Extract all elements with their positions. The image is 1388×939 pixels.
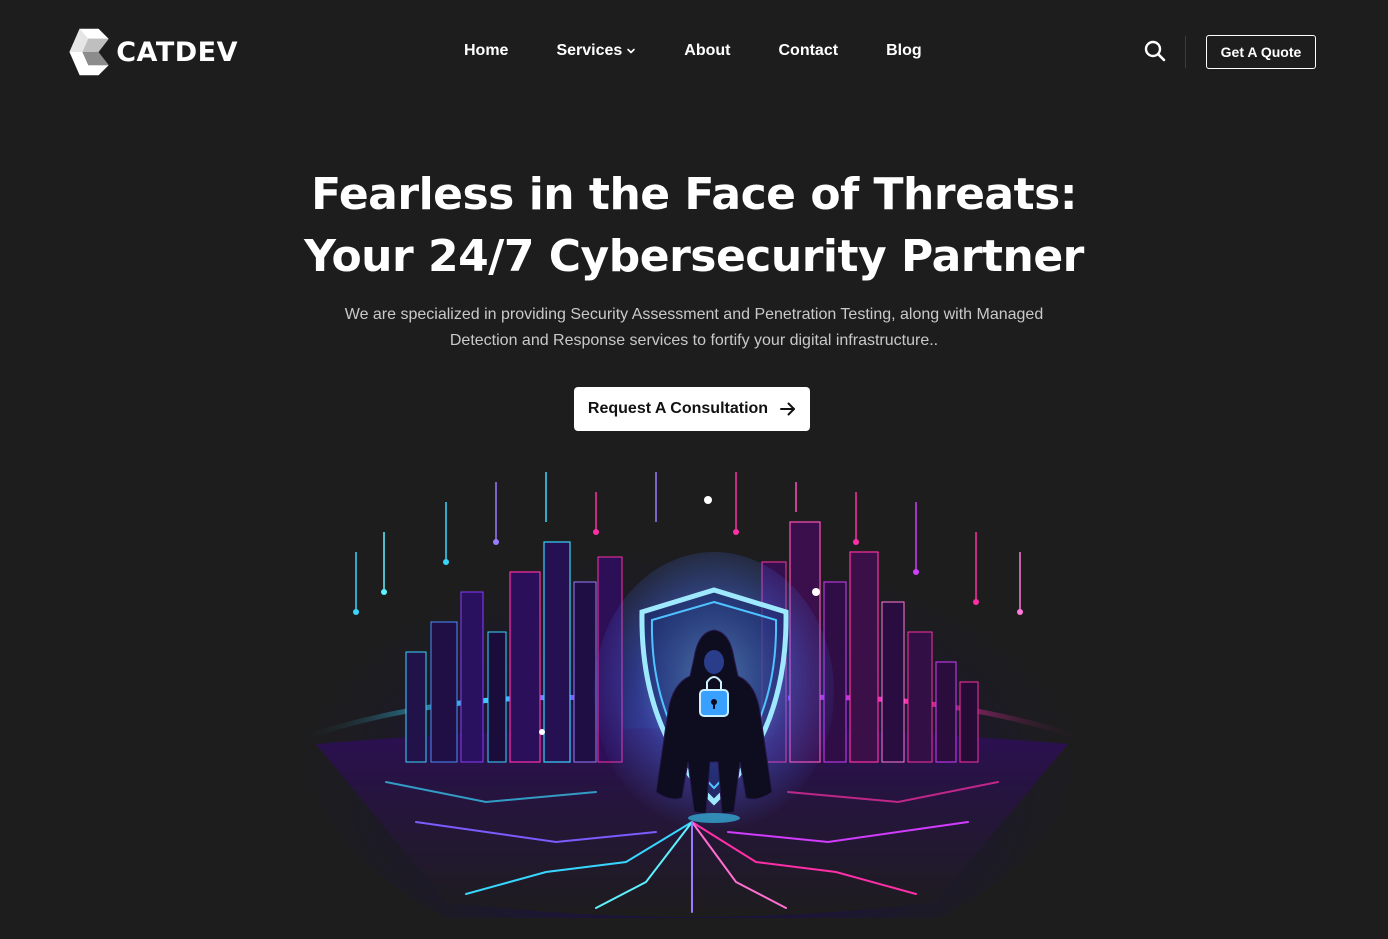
cybersecurity-hero-illustration [296,472,1088,918]
cta-label: Request A Consultation [587,400,769,417]
nav-services-label: Services [556,42,623,59]
header-divider [1185,36,1186,68]
chevron-down-icon [627,48,636,54]
nav-contact[interactable]: Contact [779,40,839,62]
nav-contact-label: Contact [778,42,839,59]
search-icon [1144,40,1166,62]
nav-about-label: About [684,42,731,59]
nav-blog-label: Blog [886,42,922,59]
nav-services[interactable]: Services [556,40,636,62]
nav-about[interactable]: About [684,40,730,62]
hero-title-line-1: Fearless in the Face of Threats: [311,169,1077,220]
arrow-right-icon [780,402,796,416]
brand-name: CATDEV [116,36,238,68]
site-header: CATDEV Home Services About Contact Blog … [0,0,1388,104]
request-consultation-button[interactable]: Request A Consultation [574,387,810,431]
search-button[interactable] [1143,39,1167,63]
catdev-logo-icon [69,28,109,76]
get-a-quote-button[interactable]: Get A Quote [1206,35,1316,69]
nav-blog[interactable]: Blog [886,40,922,62]
nav-home[interactable]: Home [464,40,508,62]
hero-description: We are specialized in providing Security… [344,306,1044,349]
hero-title-line-2: Your 24/7 Cybersecurity Partner [304,231,1084,282]
main-nav: Home Services About Contact Blog [464,40,922,62]
hero-title: Fearless in the Face of Threats: Your 24… [0,164,1388,288]
nav-home-label: Home [464,42,509,59]
brand-logo[interactable]: CATDEV [68,18,238,86]
